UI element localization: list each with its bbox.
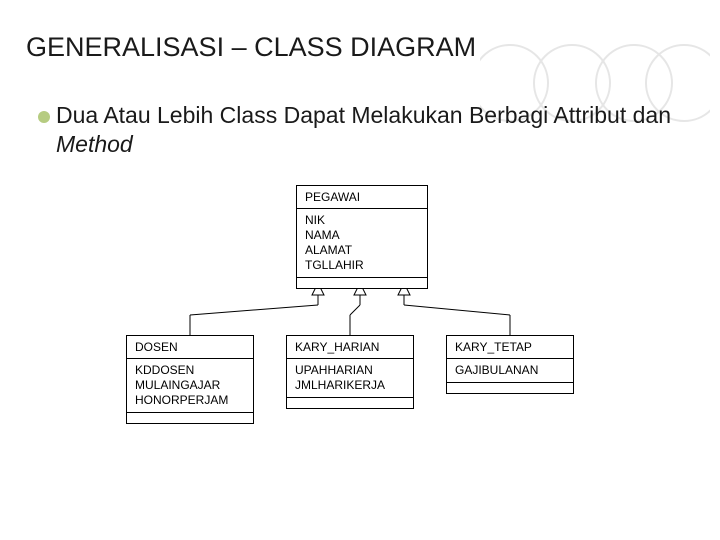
attr: MULAINGAJAR bbox=[135, 378, 245, 393]
class-ops bbox=[127, 413, 253, 423]
class-name: PEGAWAI bbox=[297, 186, 427, 209]
class-ops bbox=[447, 383, 573, 393]
attr: HONORPERJAM bbox=[135, 393, 245, 408]
body-prefix: Dua Atau Lebih Class Dapat Melakukan Ber… bbox=[56, 102, 671, 128]
class-attrs: UPAHHARIAN JMLHARIKERJA bbox=[287, 359, 413, 398]
class-name: KARY_HARIAN bbox=[287, 336, 413, 359]
attr: JMLHARIKERJA bbox=[295, 378, 405, 393]
class-diagram: PEGAWAI NIK NAMA ALAMAT TGLLAHIR DOSEN K… bbox=[26, 185, 694, 485]
class-child-kary-harian: KARY_HARIAN UPAHHARIAN JMLHARIKERJA bbox=[286, 335, 414, 409]
class-attrs: GAJIBULANAN bbox=[447, 359, 573, 383]
attr: NAMA bbox=[305, 228, 419, 243]
attr: NIK bbox=[305, 213, 419, 228]
class-name: DOSEN bbox=[127, 336, 253, 359]
body-italic: Method bbox=[56, 131, 133, 157]
attr: UPAHHARIAN bbox=[295, 363, 405, 378]
class-child-dosen: DOSEN KDDOSEN MULAINGAJAR HONORPERJAM bbox=[126, 335, 254, 424]
attr: KDDOSEN bbox=[135, 363, 245, 378]
attr: ALAMAT bbox=[305, 243, 419, 258]
class-attrs: KDDOSEN MULAINGAJAR HONORPERJAM bbox=[127, 359, 253, 413]
bullet-icon bbox=[38, 111, 50, 123]
body-text: Dua Atau Lebih Class Dapat Melakukan Ber… bbox=[26, 101, 694, 159]
class-child-kary-tetap: KARY_TETAP GAJIBULANAN bbox=[446, 335, 574, 394]
class-parent: PEGAWAI NIK NAMA ALAMAT TGLLAHIR bbox=[296, 185, 428, 289]
class-ops bbox=[297, 278, 427, 288]
slide-title: GENERALISASI – CLASS DIAGRAM bbox=[26, 32, 694, 63]
attr: TGLLAHIR bbox=[305, 258, 419, 273]
class-ops bbox=[287, 398, 413, 408]
class-name: KARY_TETAP bbox=[447, 336, 573, 359]
class-attrs: NIK NAMA ALAMAT TGLLAHIR bbox=[297, 209, 427, 278]
attr: GAJIBULANAN bbox=[455, 363, 565, 378]
